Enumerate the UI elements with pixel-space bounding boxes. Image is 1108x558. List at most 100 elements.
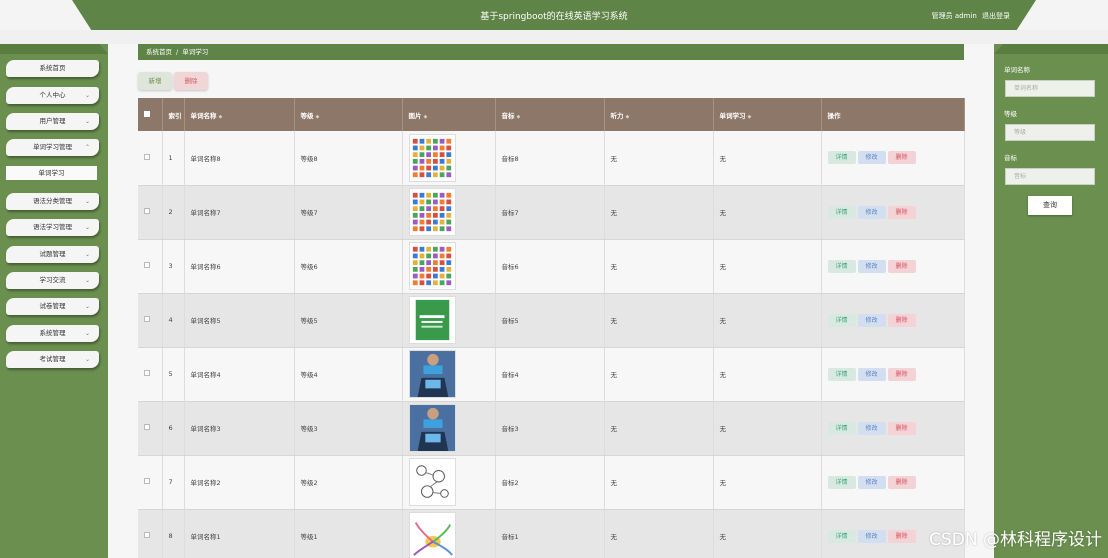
detail-button[interactable]: 详情 bbox=[827, 205, 856, 219]
table-header-row: 索引 单词名称 ◆ 等级 ◆ 图片 ◆ 音标 ◆ 听力 ◆ 单词学习 ◆ 操作 bbox=[138, 98, 965, 131]
detail-button[interactable]: 详情 bbox=[827, 421, 856, 435]
sidebar-item-label: 语法学习管理 bbox=[33, 223, 72, 231]
sort-icon[interactable]: ◆ bbox=[219, 114, 223, 120]
delete-button[interactable]: 删除 bbox=[887, 151, 916, 165]
word-picture-thumbnail[interactable] bbox=[408, 133, 456, 182]
word-picture-thumbnail[interactable] bbox=[408, 458, 456, 506]
edit-button[interactable]: 修改 bbox=[857, 259, 886, 273]
sort-icon[interactable]: ◆ bbox=[517, 114, 521, 120]
search-button[interactable]: 查询 bbox=[1028, 196, 1072, 215]
batch-delete-button[interactable]: 删除 bbox=[174, 72, 208, 90]
cell-level: 等级5 bbox=[294, 293, 403, 348]
sort-icon[interactable]: ◆ bbox=[626, 114, 630, 120]
row-checkbox[interactable] bbox=[144, 532, 150, 538]
delete-button[interactable]: 删除 bbox=[887, 313, 916, 327]
row-select-cell[interactable] bbox=[138, 401, 163, 456]
row-select-cell[interactable] bbox=[138, 509, 163, 558]
sort-icon[interactable]: ◆ bbox=[424, 114, 428, 120]
cell-image bbox=[402, 401, 496, 456]
edit-button[interactable]: 修改 bbox=[857, 313, 886, 327]
table-row: 1 单词名称8 等级8 音标8 无无详情 修改 删除 bbox=[138, 131, 965, 186]
search-level-input[interactable]: 等级 bbox=[1005, 124, 1095, 141]
search-word-input[interactable]: 单词名称 bbox=[1005, 80, 1095, 97]
row-checkbox[interactable] bbox=[144, 262, 150, 268]
delete-button[interactable]: 删除 bbox=[887, 259, 916, 273]
cell-listening: 无 bbox=[604, 509, 714, 558]
edit-button[interactable]: 修改 bbox=[857, 367, 886, 381]
cell-level: 等级1 bbox=[294, 509, 403, 558]
select-all-header[interactable] bbox=[138, 98, 163, 131]
detail-button[interactable]: 详情 bbox=[827, 529, 856, 543]
sidebar-item-users[interactable]: 用户管理 ⌄ bbox=[6, 113, 99, 130]
word-picture-thumbnail[interactable] bbox=[408, 188, 456, 236]
detail-button[interactable]: 详情 bbox=[827, 367, 856, 381]
row-checkbox[interactable] bbox=[144, 424, 150, 430]
cell-listening: 无 bbox=[604, 401, 714, 456]
sidebar-item-home[interactable]: 系统首页 bbox=[6, 60, 99, 77]
row-checkbox[interactable] bbox=[144, 316, 150, 322]
sidebar-item-label: 学习交流 bbox=[39, 276, 66, 284]
detail-button[interactable]: 详情 bbox=[827, 475, 856, 489]
sidebar-item-exams[interactable]: 考试管理 ⌄ bbox=[6, 351, 99, 368]
edit-button[interactable]: 修改 bbox=[857, 529, 886, 543]
delete-button[interactable]: 删除 bbox=[887, 475, 916, 489]
row-select-cell[interactable] bbox=[138, 131, 163, 186]
delete-button[interactable]: 删除 bbox=[887, 421, 916, 435]
row-select-cell[interactable] bbox=[138, 347, 163, 402]
row-select-cell[interactable] bbox=[138, 185, 163, 240]
cell-word-study: 无 bbox=[713, 185, 822, 240]
sidebar-item-papers[interactable]: 试卷管理 ⌄ bbox=[6, 298, 99, 315]
row-checkbox[interactable] bbox=[144, 370, 150, 376]
cell-phonetic: 音标6 bbox=[495, 239, 605, 294]
word-picture-thumbnail[interactable] bbox=[408, 296, 456, 344]
add-button[interactable]: 新增 bbox=[138, 72, 172, 90]
column-header-image[interactable]: 图片 ◆ bbox=[402, 98, 496, 131]
sidebar-item-grammar-category[interactable]: 语法分类管理 ⌄ bbox=[6, 193, 99, 210]
row-select-cell[interactable] bbox=[138, 455, 163, 510]
detail-button[interactable]: 详情 bbox=[827, 313, 856, 327]
word-picture-thumbnail[interactable] bbox=[408, 512, 456, 558]
column-header-level[interactable]: 等级 ◆ bbox=[294, 98, 403, 131]
logout-link[interactable]: 退出登录 bbox=[982, 12, 1010, 20]
chevron-up-icon: ⌃ bbox=[84, 144, 90, 151]
edit-button[interactable]: 修改 bbox=[857, 421, 886, 435]
edit-button[interactable]: 修改 bbox=[857, 205, 886, 219]
word-picture-thumbnail[interactable] bbox=[408, 350, 456, 398]
chevron-down-icon: ⌄ bbox=[84, 224, 90, 231]
cell-actions: 详情 修改 删除 bbox=[821, 293, 965, 348]
sidebar-item-word-management[interactable]: 单词学习管理 ⌃ bbox=[6, 139, 99, 156]
word-picture-thumbnail[interactable] bbox=[408, 404, 456, 452]
sort-icon[interactable]: ◆ bbox=[748, 114, 752, 120]
edit-button[interactable]: 修改 bbox=[857, 475, 886, 489]
breadcrumb-home[interactable]: 系统首页 bbox=[146, 48, 172, 56]
row-select-cell[interactable] bbox=[138, 239, 163, 294]
column-header-phonetic[interactable]: 音标 ◆ bbox=[495, 98, 605, 131]
delete-button[interactable]: 删除 bbox=[887, 205, 916, 219]
edit-button[interactable]: 修改 bbox=[857, 151, 886, 165]
cell-phonetic: 音标4 bbox=[495, 347, 605, 402]
chevron-down-icon: ⌄ bbox=[84, 92, 90, 99]
cell-listening: 无 bbox=[604, 347, 714, 402]
column-header-listening[interactable]: 听力 ◆ bbox=[604, 98, 714, 131]
delete-button[interactable]: 删除 bbox=[887, 529, 916, 543]
detail-button[interactable]: 详情 bbox=[827, 151, 856, 165]
word-picture-thumbnail[interactable] bbox=[408, 242, 456, 290]
search-phonetic-input[interactable]: 音标 bbox=[1005, 168, 1095, 185]
sidebar-item-discussion[interactable]: 学习交流 ⌄ bbox=[6, 272, 99, 289]
column-header-word-study[interactable]: 单词学习 ◆ bbox=[713, 98, 822, 131]
sidebar-item-system[interactable]: 系统管理 ⌄ bbox=[6, 325, 99, 342]
row-checkbox[interactable] bbox=[144, 208, 150, 214]
delete-button[interactable]: 删除 bbox=[887, 367, 916, 381]
row-checkbox[interactable] bbox=[144, 153, 150, 160]
column-header-word-name[interactable]: 单词名称 ◆ bbox=[184, 98, 295, 131]
sidebar-item-questions[interactable]: 试题管理 ⌄ bbox=[6, 246, 99, 263]
submenu-item-word-study[interactable]: 单词学习 bbox=[6, 166, 97, 180]
select-all-checkbox[interactable] bbox=[144, 110, 150, 117]
sort-icon[interactable]: ◆ bbox=[316, 114, 320, 120]
sidebar-item-profile[interactable]: 个人中心 ⌄ bbox=[6, 87, 99, 104]
detail-button[interactable]: 详情 bbox=[827, 259, 856, 273]
row-checkbox[interactable] bbox=[144, 478, 150, 484]
row-select-cell[interactable] bbox=[138, 293, 163, 348]
chevron-down-icon: ⌄ bbox=[84, 118, 90, 125]
sidebar-item-grammar-study[interactable]: 语法学习管理 ⌄ bbox=[6, 219, 99, 236]
